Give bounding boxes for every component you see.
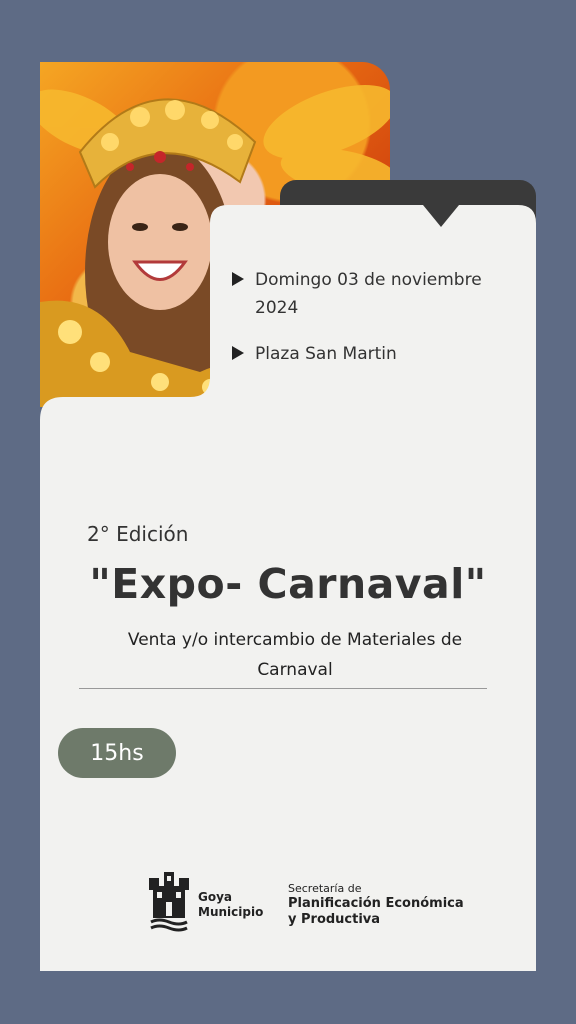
- secretaria-label: Secretaría de: [288, 882, 362, 895]
- play-arrow-icon: [232, 346, 244, 360]
- play-arrow-icon: [232, 272, 244, 286]
- event-place: Plaza San Martin: [255, 344, 397, 364]
- time-badge: 15hs: [58, 728, 176, 778]
- tab-notch: [423, 205, 459, 227]
- secretaria-logo: Secretaría de Planificación Económica y …: [288, 882, 464, 928]
- edition-label: 2° Edición: [87, 522, 189, 546]
- goya-text: Goya Municipio: [198, 890, 263, 920]
- secretaria-line2: y Productiva: [288, 912, 381, 927]
- divider: [79, 688, 487, 689]
- goya-line2: Municipio: [198, 905, 264, 919]
- event-subtitle: Venta y/o intercambio de Materiales de C…: [127, 630, 463, 680]
- date-row: Domingo 03 de noviembre 2024: [232, 266, 505, 322]
- goya-line1: Goya: [198, 890, 233, 904]
- secretaria-line1: Planificación Económica: [288, 896, 464, 911]
- event-title: "Expo- Carnaval": [89, 560, 487, 608]
- event-time: 15hs: [90, 740, 144, 766]
- event-date: Domingo 03 de noviembre 2024: [255, 270, 482, 318]
- place-row: Plaza San Martin: [232, 340, 505, 368]
